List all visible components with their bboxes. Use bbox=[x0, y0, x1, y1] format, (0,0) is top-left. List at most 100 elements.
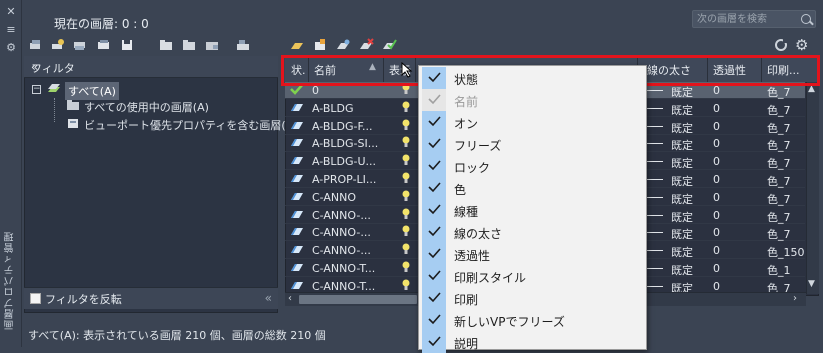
layer-name[interactable]: C-ANNO-... bbox=[312, 226, 371, 239]
transparency-value[interactable]: 0 bbox=[713, 137, 720, 150]
lightbulb-icon[interactable] bbox=[402, 101, 410, 117]
scroll-left-icon[interactable]: ‹ bbox=[288, 293, 292, 304]
horizontal-scroll-thumb[interactable] bbox=[299, 295, 417, 304]
layer-name[interactable]: A-BLDG-U... bbox=[312, 155, 376, 168]
layer-name[interactable]: C-ANNO-... bbox=[312, 244, 371, 257]
transparency-value[interactable]: 0 bbox=[713, 244, 720, 257]
layer-search-box[interactable] bbox=[692, 10, 816, 28]
menu-item[interactable]: 印刷 bbox=[419, 287, 647, 309]
menu-item[interactable]: 状態 bbox=[419, 67, 647, 89]
new-property-filter-icon[interactable] bbox=[28, 37, 44, 53]
close-icon[interactable]: ✕ bbox=[5, 6, 17, 18]
layer-search-input[interactable] bbox=[697, 12, 797, 26]
folder-delete-icon[interactable] bbox=[204, 37, 220, 53]
menu-item[interactable]: 線の太さ bbox=[419, 221, 647, 243]
vertical-scrollbar[interactable]: ▲ ▼ bbox=[806, 82, 819, 294]
transparency-value[interactable]: 0 bbox=[713, 102, 720, 115]
properties-icon[interactable]: ⚙ bbox=[5, 42, 17, 54]
layer-name[interactable]: C-ANNO bbox=[312, 191, 356, 204]
transparency-value[interactable]: 0 bbox=[713, 209, 720, 222]
collapse-bottom-icon[interactable]: « bbox=[265, 291, 272, 305]
layer-name[interactable]: A-BLDG-SI... bbox=[312, 137, 378, 150]
lightbulb-icon[interactable] bbox=[402, 208, 410, 224]
tree-item-viewport[interactable]: ビューポート優先プロパティを含む画層(V) bbox=[84, 117, 297, 133]
plot-style-value[interactable]: 色_7 bbox=[767, 209, 791, 225]
menu-item[interactable]: 名前 bbox=[419, 89, 647, 111]
new-layer-vp-frozen-icon[interactable] bbox=[312, 37, 328, 53]
lightbulb-icon[interactable] bbox=[402, 261, 410, 277]
lineweight-value[interactable]: 既定 bbox=[671, 244, 693, 260]
lineweight-value[interactable]: 既定 bbox=[671, 173, 693, 189]
transparency-value[interactable]: 0 bbox=[713, 262, 720, 275]
invert-filter-checkbox[interactable] bbox=[30, 293, 41, 304]
menu-item[interactable]: 説明 bbox=[419, 331, 647, 353]
lightbulb-icon[interactable] bbox=[402, 172, 410, 188]
layer-name[interactable]: A-PROP-LI... bbox=[312, 173, 376, 186]
tree-item-used[interactable]: すべての使用中の画層(A) bbox=[84, 99, 209, 115]
layer-name[interactable]: A-BLDG-F... bbox=[312, 120, 373, 133]
search-icon[interactable] bbox=[801, 14, 811, 24]
transparency-value[interactable]: 0 bbox=[713, 191, 720, 204]
lineweight-value[interactable]: 既定 bbox=[671, 191, 693, 207]
lineweight-value[interactable]: 既定 bbox=[671, 84, 693, 100]
tree-collapse-toggle[interactable]: − bbox=[32, 85, 41, 94]
menu-item[interactable]: フリーズ bbox=[419, 133, 647, 155]
menu-item[interactable]: 新しいVPでフリーズ bbox=[419, 309, 647, 331]
layer-name[interactable]: C-ANNO-T... bbox=[312, 262, 375, 275]
transparency-value[interactable]: 0 bbox=[713, 173, 720, 186]
layer-states-icon[interactable] bbox=[72, 37, 88, 53]
plot-style-value[interactable]: 色_7 bbox=[767, 191, 791, 207]
plot-style-value[interactable]: 色_7 bbox=[767, 137, 791, 153]
menu-item[interactable]: 印刷スタイル bbox=[419, 265, 647, 287]
lightbulb-icon[interactable] bbox=[402, 154, 410, 170]
layer-vp-icon[interactable] bbox=[335, 37, 351, 53]
menu-item[interactable]: 透過性 bbox=[419, 243, 647, 265]
lineweight-value[interactable]: 既定 bbox=[671, 120, 693, 136]
plot-style-value[interactable]: 色_7 bbox=[767, 84, 791, 100]
lightbulb-icon[interactable] bbox=[402, 225, 410, 241]
lightbulb-icon[interactable] bbox=[402, 243, 410, 259]
transparency-value[interactable]: 0 bbox=[713, 226, 720, 239]
plot-style-value[interactable]: 色_150 bbox=[767, 244, 805, 260]
delete-layer-icon[interactable] bbox=[358, 37, 374, 53]
settings-gear-icon[interactable]: ⚙ bbox=[795, 37, 811, 53]
layer-settings-icon[interactable] bbox=[235, 37, 251, 53]
save-icon[interactable] bbox=[119, 37, 135, 53]
layer-name[interactable]: C-ANNO-... bbox=[312, 209, 371, 222]
menu-item[interactable]: 色 bbox=[419, 177, 647, 199]
folder-new-icon[interactable] bbox=[158, 37, 174, 53]
lineweight-value[interactable]: 既定 bbox=[671, 262, 693, 278]
menu-item[interactable]: オン bbox=[419, 111, 647, 133]
lineweight-value[interactable]: 既定 bbox=[671, 226, 693, 242]
plot-style-value[interactable]: 色_7 bbox=[767, 120, 791, 136]
lineweight-value[interactable]: 既定 bbox=[671, 155, 693, 171]
lightbulb-icon[interactable] bbox=[402, 136, 410, 152]
plot-style-value[interactable]: 色_7 bbox=[767, 226, 791, 242]
collapse-panel-icon[interactable]: « bbox=[31, 60, 272, 74]
transparency-value[interactable]: 0 bbox=[713, 155, 720, 168]
folder-icon[interactable] bbox=[181, 37, 197, 53]
transparency-value[interactable]: 0 bbox=[713, 120, 720, 133]
plot-style-value[interactable]: 色_7 bbox=[767, 173, 791, 189]
lineweight-value[interactable]: 既定 bbox=[671, 209, 693, 225]
transparency-value[interactable]: 0 bbox=[713, 280, 720, 293]
scroll-down-icon[interactable]: ▼ bbox=[808, 279, 815, 289]
menu-item[interactable]: ロック bbox=[419, 155, 647, 177]
autohide-icon[interactable]: ≡ bbox=[5, 24, 17, 36]
menu-item[interactable]: 線種 bbox=[419, 199, 647, 221]
plot-style-value[interactable]: 色_7 bbox=[767, 155, 791, 171]
plot-style-value[interactable]: 色_1 bbox=[767, 262, 791, 278]
lineweight-value[interactable]: 既定 bbox=[671, 137, 693, 153]
new-group-filter-icon[interactable] bbox=[50, 37, 66, 53]
lightbulb-icon[interactable] bbox=[402, 119, 410, 135]
refresh-icon[interactable] bbox=[773, 37, 789, 53]
scroll-right-icon[interactable]: › bbox=[793, 293, 797, 304]
layer-name[interactable]: A-BLDG bbox=[312, 102, 354, 115]
lineweight-value[interactable]: 既定 bbox=[671, 102, 693, 118]
set-current-icon[interactable] bbox=[381, 37, 397, 53]
layer-states-manager-icon[interactable] bbox=[96, 37, 112, 53]
layer-name[interactable]: C-ANNO-T... bbox=[312, 280, 375, 293]
new-layer-icon[interactable] bbox=[289, 37, 305, 53]
plot-style-value[interactable]: 色_7 bbox=[767, 102, 791, 118]
lightbulb-icon[interactable] bbox=[402, 190, 410, 206]
